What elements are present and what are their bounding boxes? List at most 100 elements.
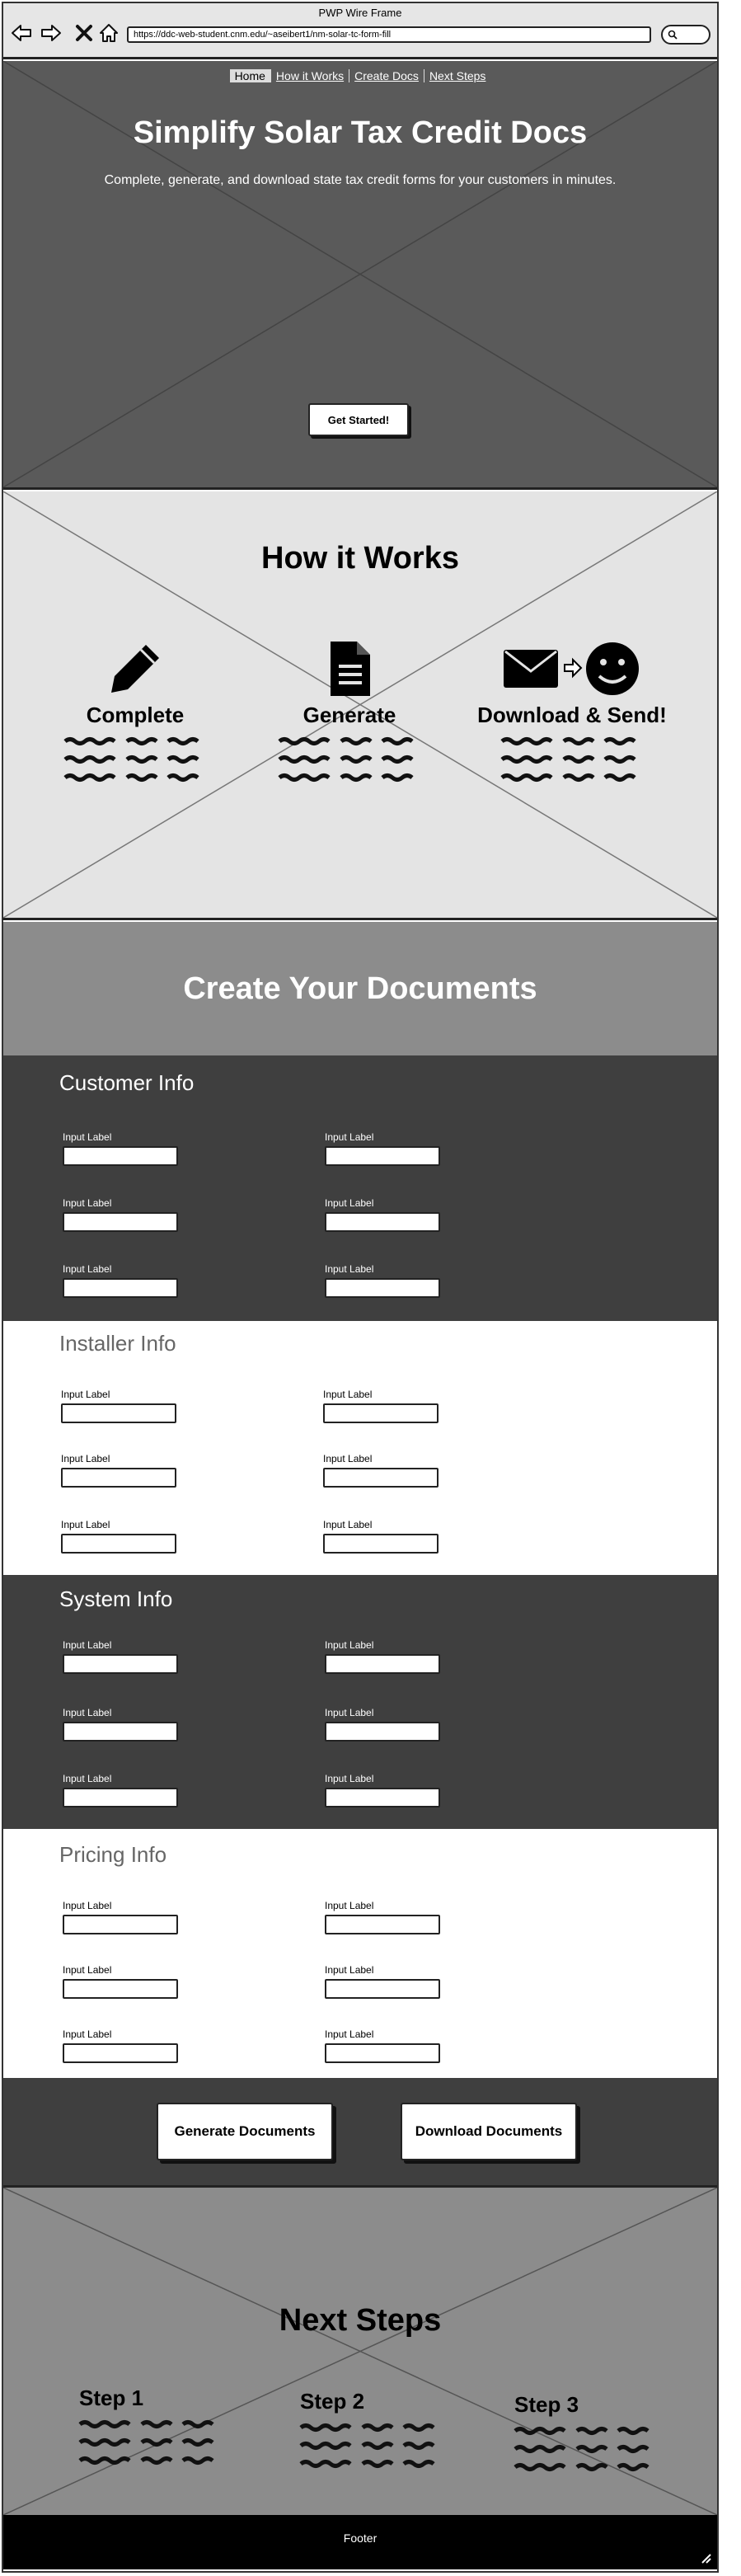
text-input[interactable] [325, 1722, 440, 1742]
text-input[interactable] [325, 1979, 440, 1999]
text-input[interactable] [325, 2043, 440, 2063]
input-label: Input Label [63, 1964, 112, 1976]
pencil-icon [111, 645, 159, 693]
form-field: Input Label [63, 1639, 181, 1674]
step-name: Complete [86, 703, 185, 727]
form-field: Input Label [325, 1773, 443, 1807]
footer: Footer [3, 2515, 717, 2569]
text-placeholder [500, 737, 636, 782]
home-icon[interactable] [97, 21, 120, 45]
nav-home[interactable]: Home [229, 69, 271, 82]
input-label: Input Label [325, 1197, 374, 1209]
hero-subtitle: Complete, generate, and download state t… [104, 173, 617, 187]
input-label: Input Label [325, 1900, 374, 1911]
step-generate: Generate [267, 640, 432, 786]
text-input[interactable] [61, 1534, 176, 1554]
system-info-section: System Info Input Label Input Label Inpu… [3, 1575, 717, 1829]
text-input[interactable] [63, 1722, 178, 1742]
form-field: Input Label [63, 1773, 181, 1807]
form-field: Input Label [323, 1453, 442, 1488]
text-input[interactable] [325, 1212, 440, 1232]
form-field: Input Label [323, 1389, 442, 1423]
form-field: Input Label [325, 1197, 443, 1232]
text-input[interactable] [323, 1534, 439, 1554]
text-input[interactable] [63, 1788, 178, 1807]
text-placeholder [278, 737, 414, 782]
text-placeholder [63, 737, 199, 782]
text-input[interactable] [63, 1146, 178, 1166]
input-label: Input Label [61, 1519, 110, 1530]
generate-documents-button[interactable]: Generate Documents [157, 2103, 333, 2160]
input-label: Input Label [63, 2028, 112, 2040]
input-label: Input Label [323, 1519, 373, 1530]
text-input[interactable] [63, 1979, 178, 1999]
text-input[interactable] [323, 1403, 439, 1423]
form-field: Input Label [325, 1263, 443, 1298]
browser-window: PWP Wire Frame https://ddc-web-student.c… [2, 2, 719, 2573]
form-field: Input Label [323, 1519, 442, 1554]
resize-grip-icon[interactable] [699, 2551, 712, 2564]
back-arrow-icon[interactable] [10, 21, 33, 45]
input-label: Input Label [61, 1453, 110, 1464]
search-icon [668, 30, 678, 40]
nav-next-steps[interactable]: Next Steps [424, 69, 490, 82]
url-bar[interactable]: https://ddc-web-student.cnm.edu/~aseiber… [127, 26, 651, 43]
hero-section: Home How it Works Create Docs Next Steps Si… [3, 61, 717, 490]
text-input[interactable] [61, 1403, 176, 1423]
input-label: Input Label [63, 1707, 112, 1718]
step-complete: Complete [53, 640, 218, 786]
text-input[interactable] [325, 1654, 440, 1674]
input-label: Input Label [63, 1773, 112, 1784]
next-steps-title: Next Steps [279, 2303, 442, 2338]
input-label: Input Label [323, 1389, 373, 1400]
input-label: Input Label [325, 1964, 374, 1976]
text-input[interactable] [63, 1915, 178, 1934]
input-label: Input Label [325, 1773, 374, 1784]
form-field: Input Label [325, 2028, 443, 2063]
text-input[interactable] [63, 1654, 178, 1674]
step-name: Generate [302, 703, 396, 727]
text-input[interactable] [323, 1468, 439, 1488]
section-title: Customer Info [59, 1070, 195, 1095]
text-input[interactable] [325, 1788, 440, 1807]
text-placeholder [514, 2427, 650, 2471]
browser-chrome: PWP Wire Frame https://ddc-web-student.c… [3, 3, 717, 59]
top-nav: Home How it Works Create Docs Next Steps [3, 69, 717, 82]
browser-search-field[interactable] [661, 25, 711, 45]
input-label: Input Label [323, 1453, 373, 1464]
section-title: Pricing Info [59, 1842, 167, 1867]
text-input[interactable] [63, 2043, 178, 2063]
step-name: Step 1 [79, 2386, 144, 2410]
input-label: Input Label [63, 1639, 112, 1651]
form-field: Input Label [61, 1519, 180, 1554]
text-placeholder [78, 2420, 214, 2465]
step-name: Step 3 [514, 2392, 579, 2417]
next-step-3: Step 3 [511, 2392, 659, 2475]
text-input[interactable] [325, 1915, 440, 1934]
get-started-button[interactable]: Get Started! [308, 403, 409, 436]
next-step-1: Step 1 [76, 2386, 224, 2469]
form-field: Input Label [63, 1197, 181, 1232]
text-input[interactable] [61, 1468, 176, 1488]
text-input[interactable] [325, 1278, 440, 1298]
input-label: Input Label [63, 1131, 112, 1143]
footer-text: Footer [343, 2531, 378, 2545]
close-icon[interactable] [73, 21, 96, 45]
customer-info-section: Customer Info Input Label Input Label In… [3, 1055, 717, 1321]
window-title: PWP Wire Frame [318, 7, 402, 19]
input-label: Input Label [325, 1639, 374, 1651]
form-field: Input Label [63, 1131, 181, 1166]
text-input[interactable] [63, 1212, 178, 1232]
step-name: Step 2 [300, 2389, 365, 2414]
hero-title: Simplify Solar Tax Credit Docs [133, 115, 588, 150]
download-documents-button[interactable]: Download Documents [401, 2103, 577, 2160]
text-input[interactable] [325, 1146, 440, 1166]
nav-create-docs[interactable]: Create Docs [349, 69, 424, 82]
text-input[interactable] [63, 1278, 178, 1298]
forward-arrow-icon[interactable] [40, 21, 63, 45]
nav-how-it-works[interactable]: How it Works [271, 69, 350, 82]
input-label: Input Label [325, 1131, 374, 1143]
form-field: Input Label [325, 1639, 443, 1674]
next-steps-section: Next Steps Step 1 Step 2 Step 3 [3, 2185, 717, 2515]
next-step-2: Step 2 [297, 2389, 445, 2472]
